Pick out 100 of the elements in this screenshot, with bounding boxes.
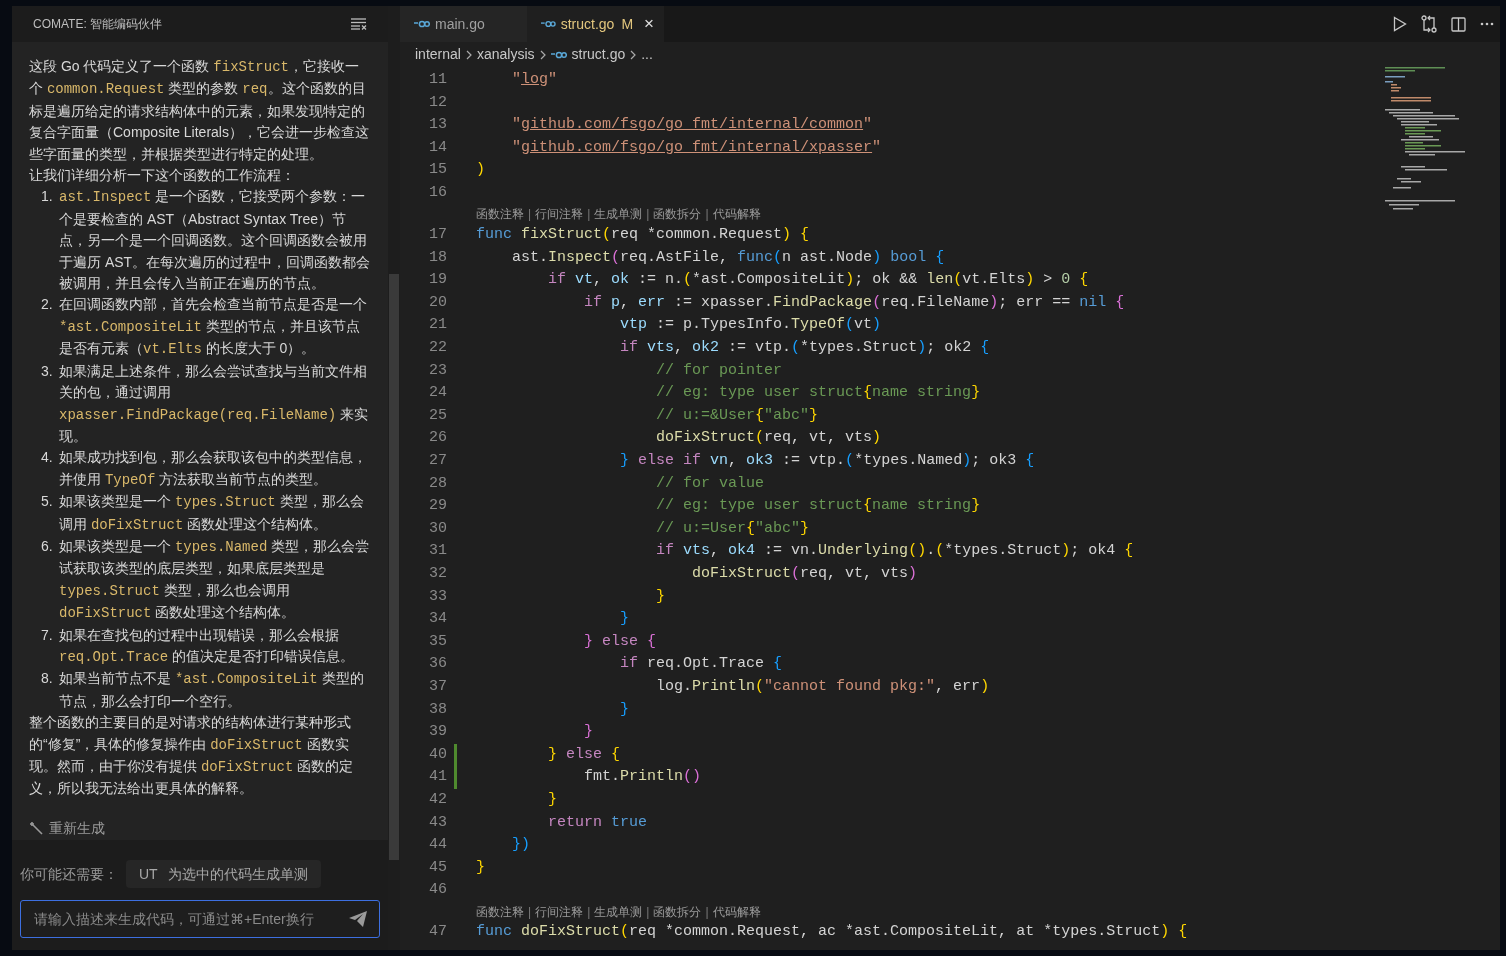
code-lens-link[interactable]: 行间注释 <box>535 902 584 921</box>
breadcrumb-item[interactable]: struct.go <box>571 44 626 65</box>
line-number: 26 <box>428 428 447 449</box>
list-item-text: 如果当前节点不是 *ast.CompositeLit 类型的节点，那么会打印一个空行。 <box>59 669 365 711</box>
line-number: 23 <box>428 360 447 381</box>
scrollbar[interactable] <box>388 6 400 950</box>
list-number: 3. <box>41 361 54 381</box>
separator: | <box>587 206 591 224</box>
separator: | <box>528 206 532 224</box>
line-number: 47 <box>428 922 447 943</box>
separator: | <box>587 903 591 921</box>
editor-tab[interactable]: main.go <box>400 6 527 42</box>
code-line: } <box>583 722 594 743</box>
message-paragraph: 整个函数的主要目的是对请求的结构体进行某种形式的“修复”，具体的修复操作由 doFixStruct 函数实现。然而，由于你没有提供 doFixStruct 函数的定义，所以我无法给出更具体的解释。 <box>29 713 355 799</box>
line-number: 18 <box>428 247 447 268</box>
line-number: 36 <box>428 654 447 675</box>
code-lens-link[interactable]: 函数拆分 <box>653 205 702 224</box>
code-line: } <box>476 857 485 878</box>
line-number: 31 <box>428 541 447 562</box>
line-number: 17 <box>428 225 447 246</box>
line-number: 19 <box>428 270 447 291</box>
line-number: 44 <box>428 835 447 856</box>
code-line: ) <box>476 160 485 181</box>
line-number: 15 <box>428 160 447 181</box>
chevron-right-icon <box>465 49 472 60</box>
list-item-text: 如果该类型是一个 types.Struct 类型，那么会调用 doFixStruct 函数处理这个结构体。 <box>59 492 365 535</box>
code-lens-link[interactable]: 代码解释 <box>712 902 761 921</box>
code-line: } <box>619 699 630 720</box>
line-number: 30 <box>428 518 447 539</box>
code-lens-link[interactable]: 代码解释 <box>712 205 761 224</box>
code-lens-link[interactable]: 生成单测 <box>594 902 643 921</box>
code-line: if vts, ok2 := vtp.(*types.Struct); ok2 { <box>619 338 990 359</box>
line-number: 21 <box>428 315 447 336</box>
code-lens-link[interactable]: 函数注释 <box>476 902 524 921</box>
separator: | <box>646 206 650 224</box>
list-number: 2. <box>41 295 54 315</box>
clear-list-icon[interactable] <box>351 18 367 30</box>
line-number: 35 <box>428 631 447 652</box>
split-editor-icon[interactable] <box>1451 16 1466 32</box>
code-lens-link[interactable]: 函数注释 <box>476 205 524 224</box>
scrollbar-thumb[interactable] <box>389 274 399 860</box>
list-number: 5. <box>41 492 54 512</box>
code-line: } <box>655 586 666 607</box>
separator: | <box>705 206 709 224</box>
prompt-input-field[interactable]: 请输入描述来生成代码，可通过⌘+Enter换行 <box>20 900 380 938</box>
code-line: fmt.Println() <box>583 767 702 788</box>
code-line: // for pointer <box>655 360 783 381</box>
regenerate-button[interactable]: 重新生成 <box>29 817 105 839</box>
code-lens-link[interactable]: 生成单测 <box>594 205 643 224</box>
line-number: 46 <box>428 880 447 901</box>
separator: | <box>646 903 650 921</box>
line-number: 12 <box>428 92 447 113</box>
suggestion-label: 你可能还需要： <box>20 864 118 884</box>
code-line: } else { <box>547 744 621 765</box>
code-line: // u:=&User{"abc"} <box>655 405 819 426</box>
close-tab-button[interactable]: × <box>644 11 654 37</box>
breadcrumb-item[interactable]: xanalysis <box>476 44 535 65</box>
code-line: "github.com/fsgo/go_fmt/internal/xpasser" <box>511 137 882 158</box>
chevron-right-icon <box>630 49 637 60</box>
code-line: } <box>547 789 557 810</box>
editor-tab[interactable]: struct.go M × <box>527 6 664 42</box>
line-number: 40 <box>428 744 447 765</box>
run-icon[interactable] <box>1393 16 1407 32</box>
code-line: if vt, ok := n.(*ast.CompositeLit); ok && len(vt.Elts) > 0 { <box>547 270 1089 291</box>
code-lens-link[interactable]: 函数拆分 <box>653 902 702 921</box>
code-line: doFixStruct(req, vt, vts) <box>691 563 918 584</box>
line-number: 22 <box>428 338 447 359</box>
more-actions-icon[interactable] <box>1480 22 1494 26</box>
code-lens-link[interactable]: 行间注释 <box>535 205 584 224</box>
code-line: if p, err := xpasser.FindPackage(req.FileName); err == nil { <box>583 292 1125 313</box>
line-number: 13 <box>428 115 447 136</box>
list-number: 4. <box>41 448 54 468</box>
code-line: if vts, ok4 := vn.Underlying().(*types.Struct); ok4 { <box>655 541 1134 562</box>
line-number: 37 <box>428 676 447 697</box>
line-number: 42 <box>428 789 447 810</box>
code-line: ast.Inspect(req.AstFile, func(n ast.Node) bool { <box>511 247 945 268</box>
code-line: doFixStruct(req, vt, vts) <box>655 428 882 449</box>
code-line: // eg: type user struct{name string} <box>655 383 981 404</box>
send-icon[interactable] <box>348 910 368 928</box>
line-number: 38 <box>428 699 447 720</box>
list-item-text: ast.Inspect 是一个函数，它接受两个参数：一个是要检查的 AST（Abstract Syntax Tree）节点，另一个是一个回调函数。这个回调函数会被用于遍历 AST。在每次遍历的过程中，回调函数都会被调用，并且会传入当前正在遍历的节点。 <box>59 187 371 294</box>
compare-changes-icon[interactable] <box>1421 15 1437 33</box>
chevron-right-icon <box>539 49 546 60</box>
separator: | <box>528 903 532 921</box>
breadcrumb-item[interactable]: ... <box>641 44 653 65</box>
line-number: 39 <box>428 722 447 743</box>
line-number: 28 <box>428 473 447 494</box>
list-number: 6. <box>41 536 54 556</box>
list-number: 1. <box>41 187 54 207</box>
code-line: } <box>619 609 630 630</box>
panel-title: COMATE: 智能编码伙伴 <box>33 16 163 33</box>
file-type-icon <box>414 20 430 28</box>
line-number: 24 <box>428 383 447 404</box>
line-number: 27 <box>428 451 447 471</box>
line-number: 20 <box>428 292 447 313</box>
code-line: return true <box>547 812 648 833</box>
suggestion-chip[interactable]: UT 为选中的代码生成单测 <box>126 860 321 888</box>
breadcrumb-item[interactable]: internal <box>415 44 461 65</box>
message-paragraph: 这段 Go 代码定义了一个函数 fixStruct，它接收一个 common.Request 类型的参数 req。这个函数的目标是遍历给定的请求结构体中的元素，如果发现特定的复合字面量（Composite Literals），它会进一步检查这些字面量的类型，并根据类型进行特定的处理。 <box>29 57 370 164</box>
line-number: 41 <box>428 767 447 788</box>
